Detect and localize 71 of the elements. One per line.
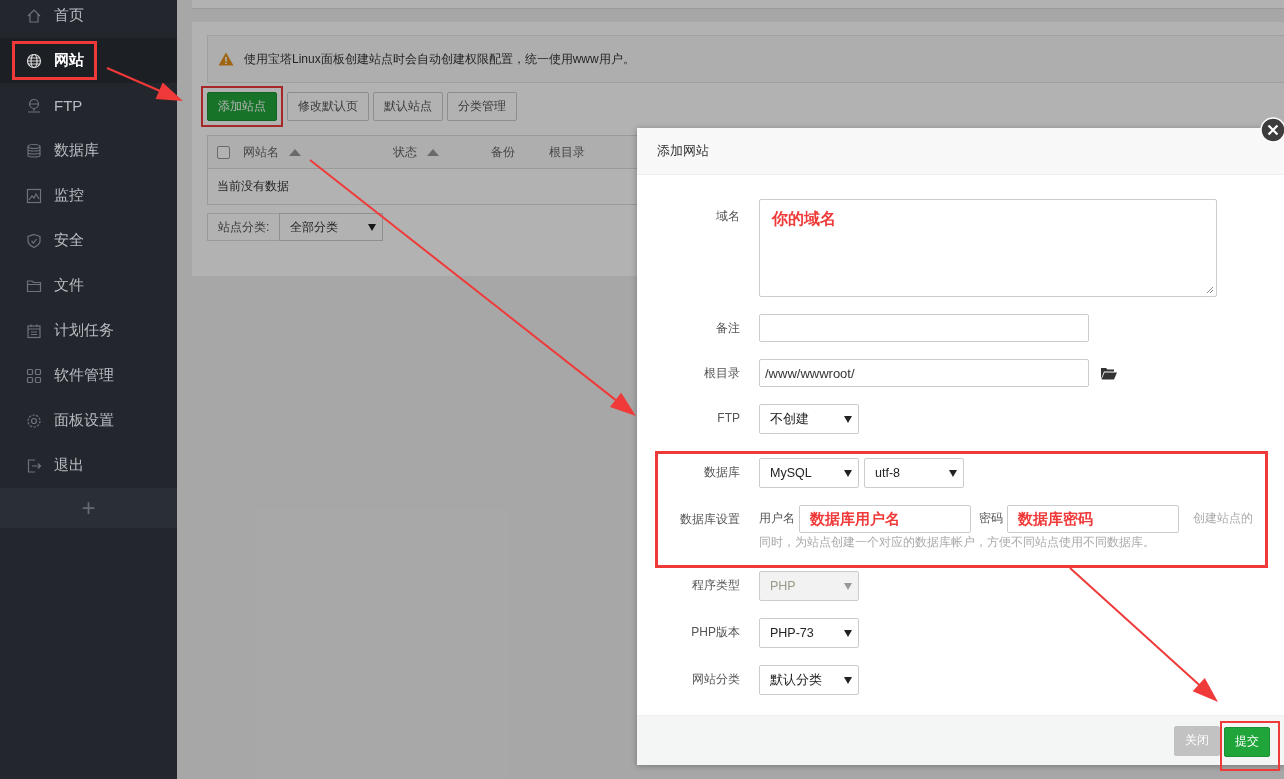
field-label: 域名 (715, 208, 741, 225)
field-label: PHP版本 (690, 624, 741, 641)
username-label: 用户名 (759, 511, 795, 526)
category-dropdown[interactable]: 全部分类 (279, 213, 384, 241)
password-field[interactable]: 数据库密码 (1007, 505, 1179, 533)
dropdown[interactable]: utf-8 (864, 458, 964, 488)
sort-icon (289, 148, 301, 156)
empty-table-text: 当前没有数据 (216, 178, 290, 195)
input-field[interactable]: /www/wwwroot/ (759, 359, 1089, 387)
dropdown[interactable]: 不创建 (759, 404, 859, 434)
toolbar-button[interactable]: 分类管理 (447, 92, 517, 121)
field-label: 备注 (715, 320, 741, 337)
nav-item[interactable]: 监控 (0, 173, 177, 218)
caret-icon (844, 582, 852, 590)
field-label: 数据库设置 (679, 511, 741, 528)
column-header[interactable]: 状态 (393, 143, 491, 161)
sort-icon (427, 148, 439, 156)
nav-item[interactable]: 网站 (0, 38, 177, 83)
password-label: 密码 (979, 511, 1003, 526)
domain-textarea[interactable]: 你的域名 (759, 199, 1217, 297)
caret-icon (368, 223, 377, 231)
caret-icon (949, 469, 957, 477)
nav-item[interactable]: 安全 (0, 218, 177, 263)
nav-item[interactable]: 文件 (0, 263, 177, 308)
dialog-title: 添加网站 (657, 142, 709, 160)
close-icon[interactable] (1260, 117, 1284, 143)
nav-item[interactable]: 数据库 (0, 128, 177, 173)
toolbar-button[interactable]: 默认站点 (373, 92, 443, 121)
username-field[interactable]: 数据库用户名 (799, 505, 971, 533)
field-label: 程序类型 (691, 577, 741, 594)
column-header[interactable]: 备份 (491, 143, 549, 161)
gear-icon (26, 412, 42, 429)
globe-icon (26, 52, 42, 69)
nav-item[interactable]: 计划任务 (0, 308, 177, 353)
caret-icon (844, 469, 852, 477)
field-label: FTP (716, 410, 741, 427)
input-field[interactable] (759, 314, 1089, 342)
hint-text: 同时，为站点创建一个对应的数据库帐户，方便不同站点使用不同数据库。 (759, 535, 1155, 550)
nav-item[interactable]: 首页 (0, 0, 177, 38)
nav-item[interactable]: 软件管理 (0, 353, 177, 398)
folder-icon[interactable] (1101, 366, 1117, 380)
home-icon (26, 7, 42, 24)
notice-text: 使用宝塔Linux面板创建站点时会自动创建权限配置，统一使用www用户。 (244, 50, 635, 68)
network-icon (26, 97, 42, 114)
dropdown[interactable]: 默认分类 (759, 665, 859, 695)
caret-icon (844, 415, 852, 423)
select-all-checkbox[interactable] (217, 145, 230, 159)
filter-label: 站点分类: (207, 213, 280, 241)
database-icon (26, 142, 42, 159)
column-header[interactable]: 网站名 (243, 143, 393, 161)
field-label: 网站分类 (691, 671, 741, 688)
field-label: 根目录 (703, 365, 741, 382)
warning-icon (218, 52, 234, 66)
calendar-icon (26, 322, 42, 339)
logout-icon (26, 457, 42, 474)
column-header[interactable]: 根目录 (549, 143, 629, 161)
field-label: 数据库 (703, 464, 741, 481)
nav-item[interactable]: 退出 (0, 443, 177, 488)
resize-grip-icon (1206, 286, 1214, 294)
caret-icon (844, 676, 852, 684)
grid-icon (26, 367, 42, 384)
shield-icon (26, 232, 42, 249)
caret-icon (844, 629, 852, 637)
toolbar-button[interactable]: 修改默认页 (287, 92, 369, 121)
nav-item[interactable]: 面板设置 (0, 398, 177, 443)
hint-text: 创建站点的 (1193, 512, 1253, 525)
dropdown[interactable]: PHP-73 (759, 618, 859, 648)
nav-item[interactable]: FTP (0, 83, 177, 128)
chart-icon (26, 187, 42, 204)
dropdown[interactable]: MySQL (759, 458, 859, 488)
folder-icon (26, 277, 42, 294)
